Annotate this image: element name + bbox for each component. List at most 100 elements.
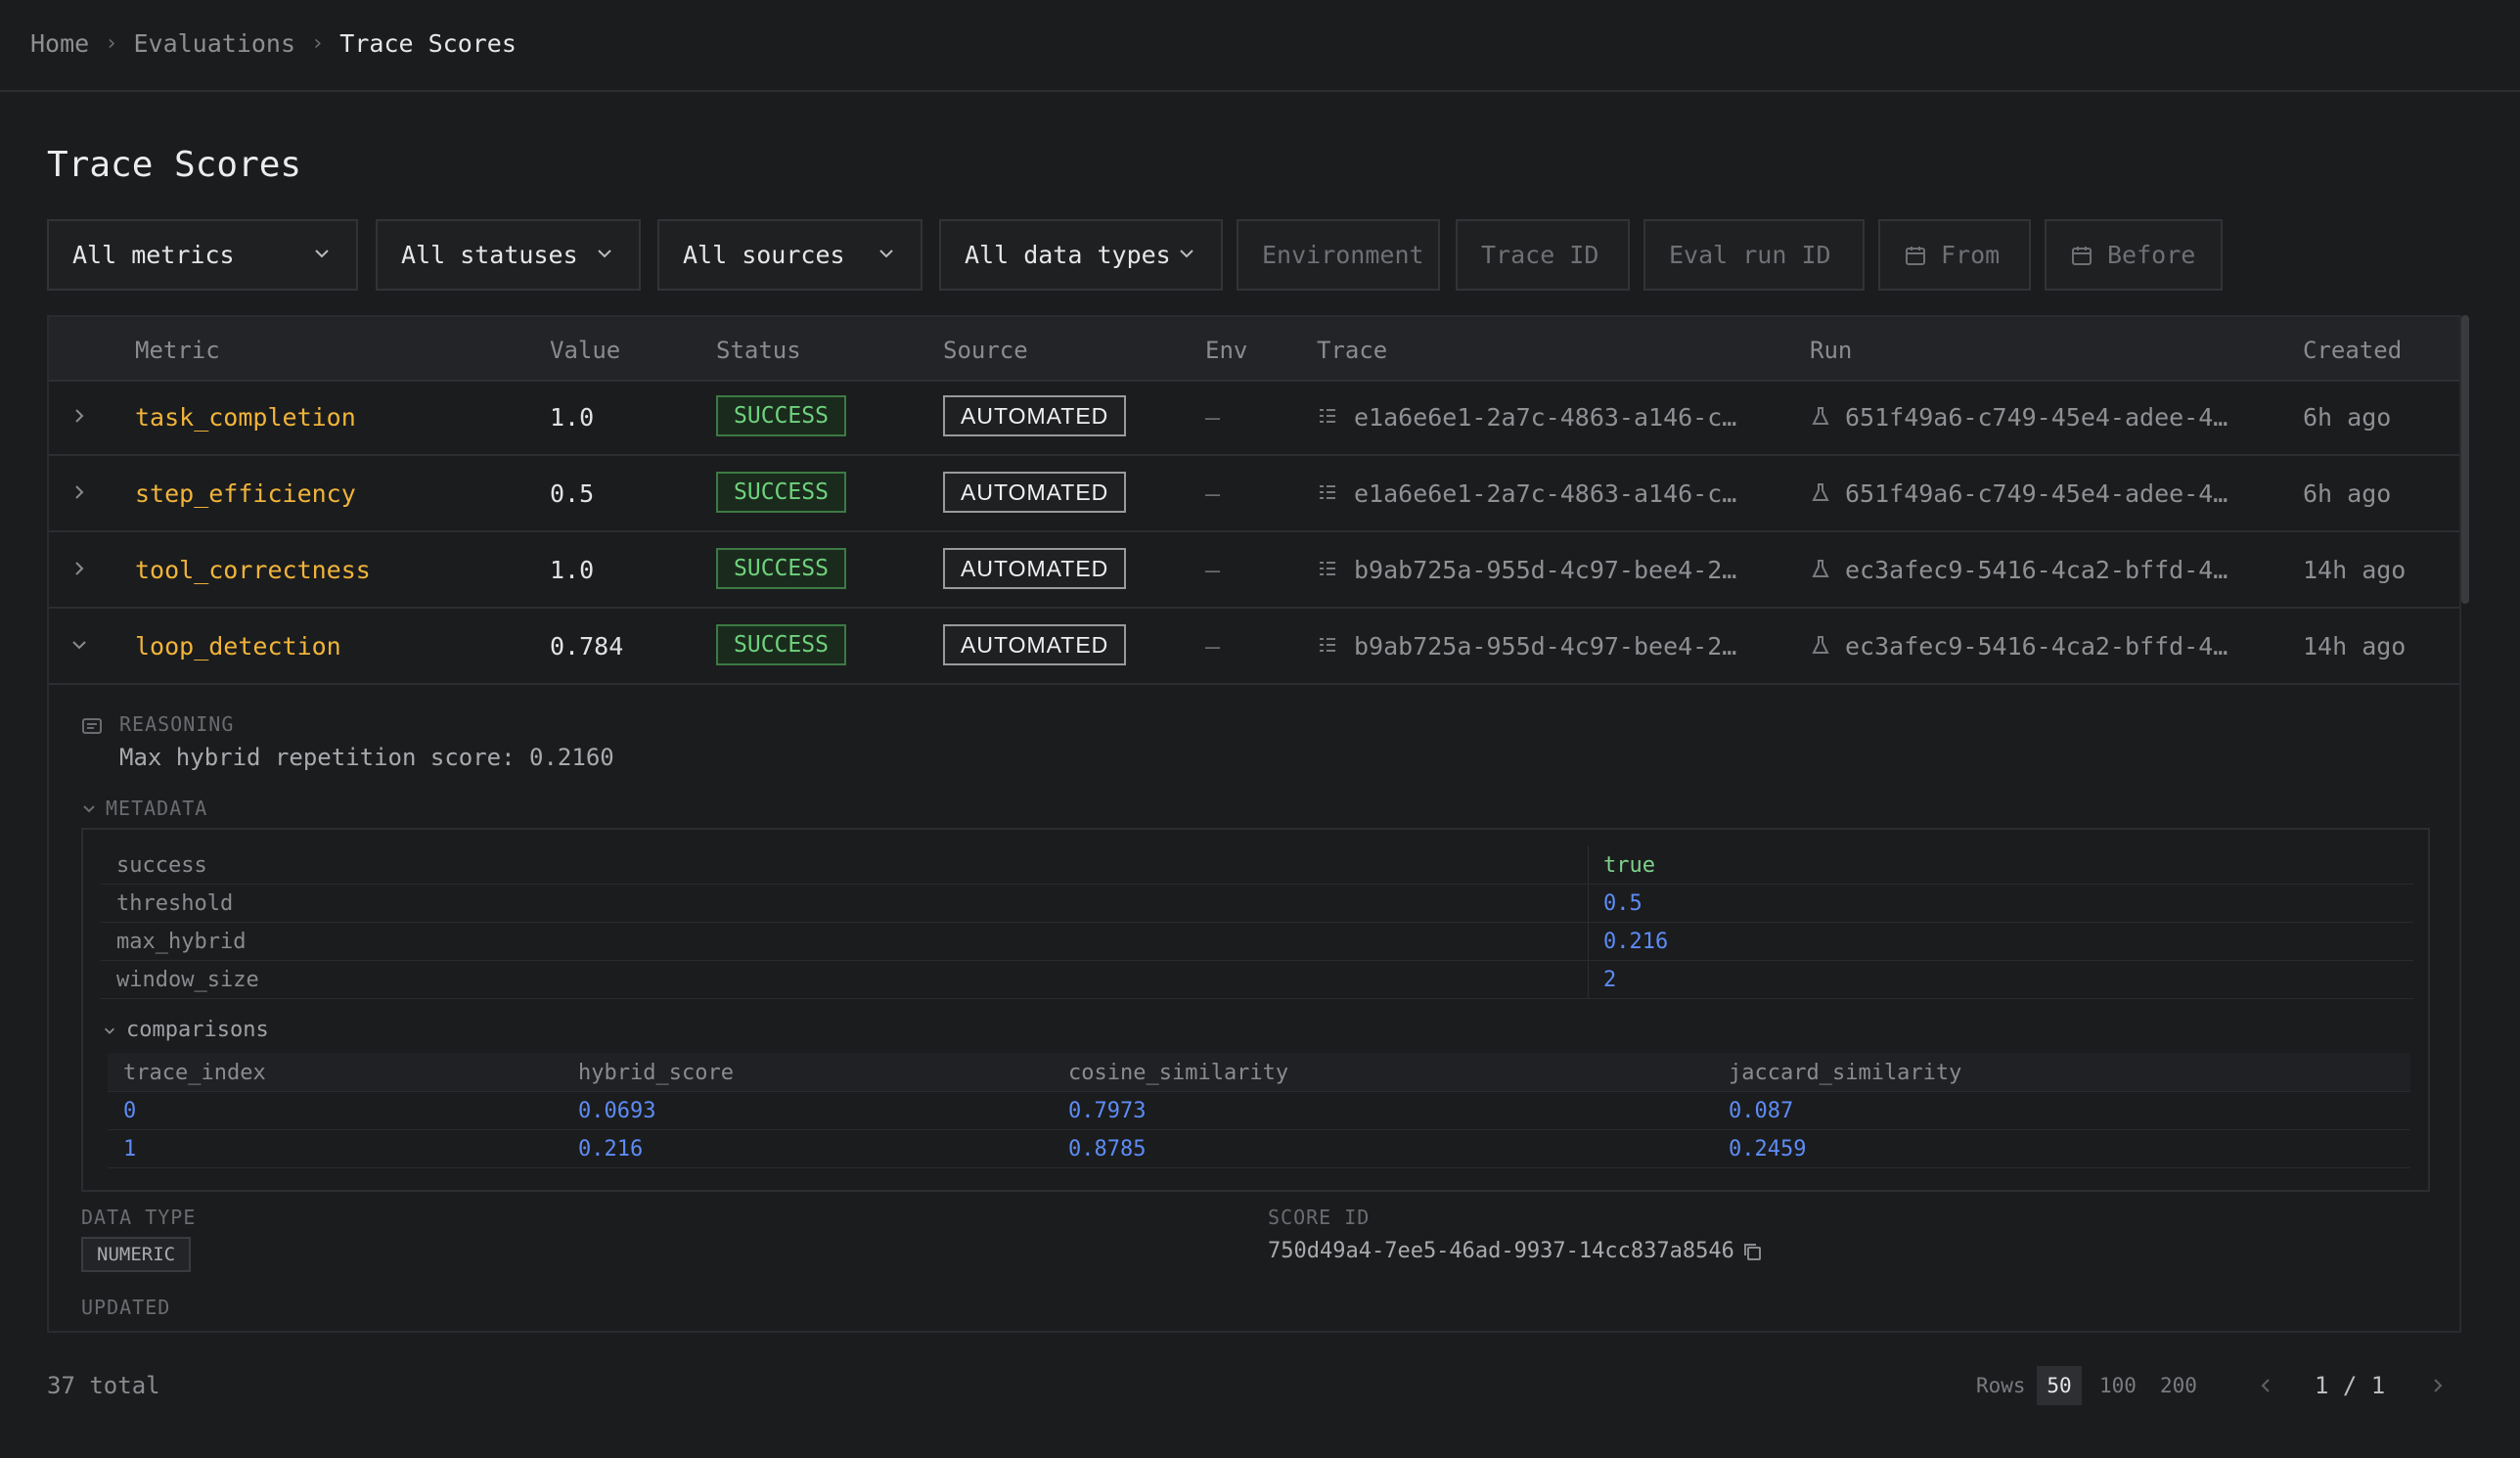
chevron-right-icon: › — [311, 31, 325, 56]
score-value: 1.0 — [550, 556, 595, 584]
metric-name[interactable]: tool_correctness — [135, 556, 371, 584]
comparisons-toggle[interactable]: comparisons — [126, 1018, 269, 1042]
created-time: 14h ago — [2303, 632, 2407, 661]
environment-input[interactable]: Environment — [1237, 219, 1440, 291]
created-time: 14h ago — [2303, 556, 2407, 584]
created-time: 6h ago — [2303, 403, 2392, 432]
flask-icon — [1812, 636, 1829, 654]
table-row[interactable]: tool_correctness 1.0 SUCCESS AUTOMATED —… — [49, 532, 2459, 609]
env-value: — — [1205, 403, 1221, 432]
header-run[interactable]: Run — [1810, 337, 1852, 364]
run-id-link[interactable]: ec3afec9-5416-4ca2-bffd-4… — [1845, 632, 2228, 661]
chevron-left-icon[interactable] — [2256, 1376, 2275, 1395]
score-value: 0.5 — [550, 479, 595, 508]
trace-id-link[interactable]: e1a6e6e1-2a7c-4863-a146-c… — [1354, 479, 1736, 508]
from-date-picker[interactable]: From — [1878, 219, 2031, 291]
status-badge: SUCCESS — [716, 472, 846, 513]
trace-id-link[interactable]: b9ab725a-955d-4c97-bee4-2… — [1354, 556, 1736, 584]
chevron-down-icon — [315, 250, 329, 258]
status-badge: SUCCESS — [716, 624, 846, 665]
reasoning-text: Max hybrid repetition score: 0.2160 — [119, 744, 614, 771]
env-value: — — [1205, 556, 1221, 584]
chevron-down-icon[interactable] — [103, 1024, 116, 1037]
comparisons-cell: 0 — [123, 1099, 137, 1123]
trace-id-link[interactable]: b9ab725a-955d-4c97-bee4-2… — [1354, 632, 1736, 661]
chevron-down-icon[interactable] — [81, 800, 97, 816]
source-filter-select[interactable]: All sources — [657, 219, 922, 291]
status-badge: SUCCESS — [716, 395, 846, 436]
score-id-label: SCORE ID — [1268, 1206, 1371, 1229]
comparisons-col-header: cosine_similarity — [1068, 1061, 1289, 1085]
trace-id-input[interactable]: Trace ID — [1456, 219, 1630, 291]
comparisons-cell: 0.8785 — [1068, 1137, 1147, 1162]
status-filter-value: All statuses — [401, 241, 578, 269]
table-row[interactable]: step_efficiency 0.5 SUCCESS AUTOMATED — … — [49, 456, 2459, 532]
metric-name[interactable]: step_efficiency — [135, 479, 356, 508]
breadcrumb-home[interactable]: Home — [30, 29, 89, 58]
flask-icon — [1812, 483, 1829, 501]
header-env[interactable]: Env — [1205, 337, 1247, 364]
comparisons-cell: 0.0693 — [578, 1099, 656, 1123]
comparisons-col-header: trace_index — [123, 1061, 266, 1085]
rows-option-100[interactable]: 100 — [2099, 1374, 2137, 1397]
header-status[interactable]: Status — [716, 337, 801, 364]
column-divider — [1588, 922, 1589, 960]
chevron-down-icon — [879, 250, 893, 258]
trace-id-link[interactable]: e1a6e6e1-2a7c-4863-a146-c… — [1354, 403, 1736, 432]
copy-icon[interactable] — [1741, 1241, 1763, 1262]
message-icon — [82, 718, 102, 734]
metadata-toggle[interactable]: METADATA — [106, 797, 207, 820]
metadata-table: success true threshold 0.5 max_hybrid 0.… — [81, 828, 2430, 1192]
run-id-link[interactable]: 651f49a6-c749-45e4-adee-4… — [1845, 479, 2228, 508]
trace-id-placeholder: Trace ID — [1481, 241, 1599, 269]
header-created[interactable]: Created — [2303, 337, 2402, 364]
chevron-right-icon[interactable] — [68, 405, 90, 427]
eval-run-id-placeholder: Eval run ID — [1669, 241, 1831, 269]
metric-name[interactable]: loop_detection — [135, 632, 341, 661]
from-placeholder: From — [1941, 241, 2001, 269]
page-indicator: 1 / 1 — [2315, 1372, 2386, 1399]
reasoning-label: REASONING — [119, 712, 235, 736]
before-date-picker[interactable]: Before — [2045, 219, 2223, 291]
eval-run-id-input[interactable]: Eval run ID — [1643, 219, 1865, 291]
header-source[interactable]: Source — [943, 337, 1028, 364]
rows-option-50[interactable]: 50 — [2037, 1366, 2082, 1405]
env-value: — — [1205, 632, 1221, 661]
run-id-link[interactable]: ec3afec9-5416-4ca2-bffd-4… — [1845, 556, 2228, 584]
metadata-value: 0.5 — [1603, 891, 1642, 916]
flask-icon — [1812, 560, 1829, 577]
metadata-key: success — [116, 853, 207, 878]
column-divider — [1588, 845, 1589, 884]
metric-name[interactable]: task_completion — [135, 403, 356, 432]
table-scrollbar[interactable] — [2461, 315, 2469, 604]
comparisons-col-header: jaccard_similarity — [1729, 1061, 1962, 1085]
flask-icon — [1812, 407, 1829, 425]
breadcrumb: Home › Evaluations › Trace Scores — [30, 29, 517, 58]
chevron-down-icon[interactable] — [68, 634, 90, 656]
header-trace[interactable]: Trace — [1317, 337, 1387, 364]
header-value[interactable]: Value — [550, 337, 620, 364]
rows-option-200[interactable]: 200 — [2160, 1374, 2197, 1397]
table-row[interactable]: loop_detection 0.784 SUCCESS AUTOMATED —… — [49, 609, 2459, 685]
chevron-right-icon: › — [105, 31, 118, 56]
metric-filter-select[interactable]: All metrics — [47, 219, 358, 291]
calendar-icon — [2072, 246, 2092, 265]
status-filter-select[interactable]: All statuses — [376, 219, 641, 291]
run-id-link[interactable]: 651f49a6-c749-45e4-adee-4… — [1845, 403, 2228, 432]
chevron-right-icon[interactable] — [2428, 1376, 2448, 1395]
source-badge: AUTOMATED — [943, 472, 1127, 513]
table-row[interactable]: task_completion 1.0 SUCCESS AUTOMATED — … — [49, 380, 2459, 456]
data-type-label: DATA TYPE — [81, 1206, 197, 1229]
data-type-filter-select[interactable]: All data types — [939, 219, 1223, 291]
score-value: 1.0 — [550, 403, 595, 432]
chevron-right-icon[interactable] — [68, 558, 90, 579]
comparisons-header: trace_index hybrid_score cosine_similari… — [108, 1053, 2410, 1092]
metric-filter-value: All metrics — [72, 241, 235, 269]
environment-placeholder: Environment — [1262, 241, 1424, 269]
header-metric[interactable]: Metric — [135, 337, 220, 364]
chevron-right-icon[interactable] — [68, 481, 90, 503]
comparisons-cell: 1 — [123, 1137, 137, 1162]
breadcrumb-current: Trace Scores — [339, 29, 517, 58]
breadcrumb-evaluations[interactable]: Evaluations — [133, 29, 295, 58]
data-type-filter-value: All data types — [965, 241, 1171, 269]
